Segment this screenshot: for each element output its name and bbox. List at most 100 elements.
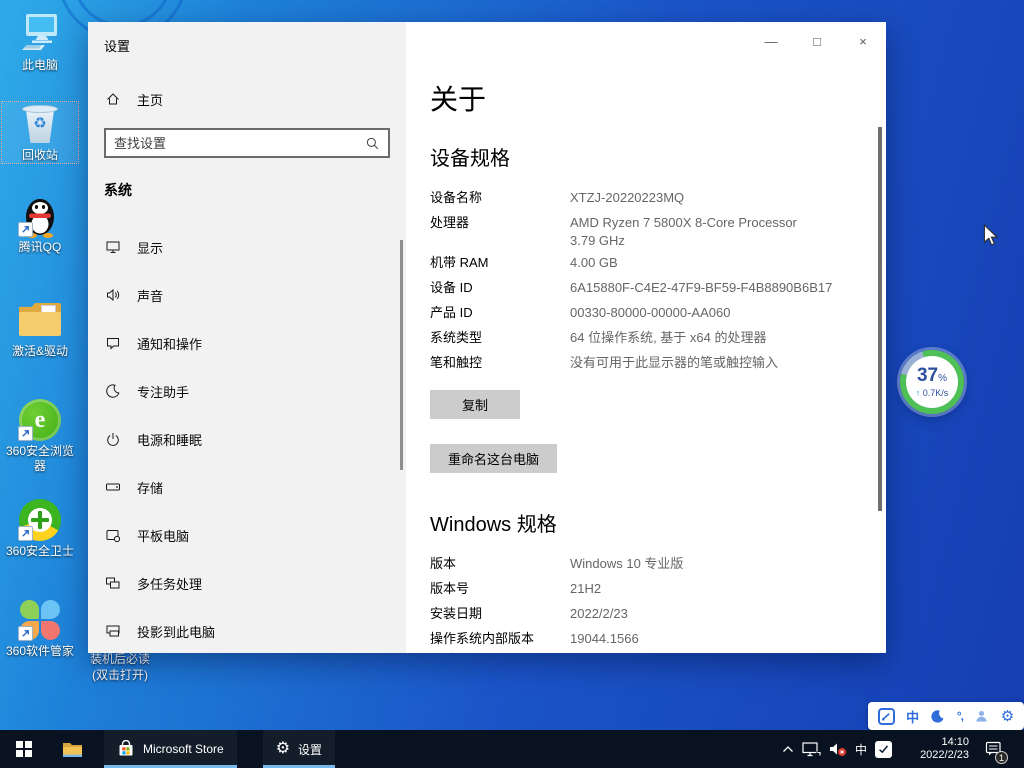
network-ethernet-icon[interactable] bbox=[802, 742, 821, 757]
this-pc-icon bbox=[17, 12, 63, 56]
sidebar-item-label: 通知和操作 bbox=[137, 334, 202, 353]
sidebar-item-label: 显示 bbox=[137, 238, 163, 257]
taskbar-button-label: 设置 bbox=[298, 741, 322, 758]
spec-row: 产品 ID 00330-80000-00000-AA060 bbox=[430, 300, 832, 325]
device-spec-title: 设备规格 bbox=[430, 142, 510, 171]
windows-spec-rows: 版本 Windows 10 专业版 版本号 21H2 安装日期 2022/2/2… bbox=[430, 551, 683, 651]
shortcut-arrow-icon bbox=[18, 526, 33, 541]
ime-punctuation-icon[interactable]: °, bbox=[957, 709, 963, 723]
project-screens-icon bbox=[105, 623, 121, 639]
ime-mode-chinese[interactable]: 中 bbox=[906, 707, 919, 726]
close-button[interactable]: × bbox=[840, 22, 886, 60]
clipped-spec-row: 体验 bbox=[430, 649, 456, 653]
start-button[interactable] bbox=[0, 730, 48, 768]
sidebar-section-title: 系统 bbox=[104, 180, 132, 200]
desktop-icon-360-safeguard[interactable]: 360安全卫士 bbox=[2, 498, 78, 559]
taskbar-button-microsoft-store[interactable]: Microsoft Store bbox=[104, 730, 237, 768]
copy-button[interactable]: 复制 bbox=[430, 390, 520, 419]
maximize-button[interactable]: □ bbox=[794, 22, 840, 60]
desktop-icon-activation-driver[interactable]: 激活&驱动 bbox=[2, 298, 78, 359]
desktop-icon-label: 360软件管家 bbox=[6, 644, 74, 659]
show-hidden-icons-chevron[interactable] bbox=[782, 745, 794, 753]
sidebar-item-sound[interactable]: 声音 bbox=[88, 273, 406, 317]
taskbar: Microsoft Store ⚙ 设置 中 14:10 2022/2/23 bbox=[0, 730, 1024, 768]
ime-user-icon[interactable] bbox=[974, 709, 989, 724]
sidebar-item-power-sleep[interactable]: 电源和睡眠 bbox=[88, 417, 406, 461]
notification-badge: 1 bbox=[995, 751, 1008, 764]
desktop-icon-this-pc[interactable]: 此电脑 bbox=[2, 12, 78, 73]
folder-icon bbox=[17, 298, 63, 342]
page-title: 关于 bbox=[430, 78, 486, 118]
windows-logo-icon bbox=[16, 741, 33, 758]
spec-row: 操作系统内部版本 19044.1566 bbox=[430, 626, 683, 651]
sidebar-item-home[interactable]: 主页 bbox=[105, 84, 163, 114]
display-icon bbox=[105, 239, 121, 255]
sidebar-item-label: 电源和睡眠 bbox=[137, 430, 202, 449]
recycle-glyph: ♻ bbox=[23, 114, 57, 132]
taskbar-clock[interactable]: 14:10 2022/2/23 bbox=[903, 736, 969, 762]
sidebar-item-focus-assist[interactable]: 专注助手 bbox=[88, 369, 406, 413]
recycle-bin-icon: ♻ bbox=[17, 102, 63, 146]
network-speed-ball[interactable]: 37% ↑ 0.7K/s bbox=[900, 350, 964, 414]
taskbar-button-settings[interactable]: ⚙ 设置 bbox=[263, 730, 335, 768]
desktop-icon-360-browser[interactable]: e 360安全浏览器 bbox=[2, 398, 78, 474]
device-spec-rows: 设备名称 XTZJ-20220223MQ 处理器 AMD Ryzen 7 580… bbox=[430, 185, 832, 375]
sidebar-scrollbar[interactable] bbox=[400, 240, 403, 470]
spec-row: 设备名称 XTZJ-20220223MQ bbox=[430, 185, 832, 210]
ime-toolbar: 中 °, ⚙ bbox=[868, 702, 1024, 730]
ime-settings-gear-icon[interactable]: ⚙ bbox=[1001, 709, 1014, 724]
search-input[interactable] bbox=[106, 136, 365, 151]
sidebar-item-label: 平板电脑 bbox=[137, 526, 189, 545]
power-icon bbox=[105, 431, 121, 447]
network-speed: 0.7K/s bbox=[923, 388, 949, 398]
desktop-icon-recycle-bin[interactable]: ♻ 回收站 bbox=[2, 102, 78, 163]
360-safeguard-icon bbox=[17, 498, 63, 542]
clock-time: 14:10 bbox=[903, 736, 969, 749]
window-title: 设置 bbox=[104, 36, 130, 55]
percent-sign: % bbox=[938, 373, 947, 384]
shortcut-arrow-icon bbox=[18, 626, 33, 641]
desktop-icon-qq[interactable]: 腾讯QQ bbox=[2, 194, 78, 255]
mouse-cursor bbox=[983, 224, 999, 246]
desktop-icon-readme-label[interactable]: 装机后必读(双击打开) bbox=[84, 651, 156, 683]
search-box[interactable] bbox=[104, 128, 390, 158]
desktop-icon-360-software-manager[interactable]: 360软件管家 bbox=[2, 598, 78, 659]
desktop-icon-label: 腾讯QQ bbox=[19, 240, 62, 255]
sidebar-item-multitasking[interactable]: 多任务处理 bbox=[88, 561, 406, 605]
sidebar-item-tablet[interactable]: 平板电脑 bbox=[88, 513, 406, 557]
sidebar-item-notifications[interactable]: 通知和操作 bbox=[88, 321, 406, 365]
settings-sidebar: 设置 主页 系统 显示 bbox=[88, 22, 406, 653]
desktop-icon-label: 360安全卫士 bbox=[6, 544, 74, 559]
comment-icon bbox=[105, 335, 121, 351]
ime-logo-icon[interactable] bbox=[878, 708, 895, 725]
spec-row: 机带 RAM 4.00 GB bbox=[430, 250, 832, 275]
sidebar-item-storage[interactable]: 存储 bbox=[88, 465, 406, 509]
speaker-icon bbox=[105, 287, 121, 303]
desktop-icon-label: 激活&驱动 bbox=[12, 344, 68, 359]
spec-row: 版本 Windows 10 专业版 bbox=[430, 551, 683, 576]
qq-icon bbox=[17, 194, 63, 238]
sidebar-item-label: 存储 bbox=[137, 478, 163, 497]
action-center-button[interactable]: 1 bbox=[980, 730, 1008, 768]
sidebar-item-display[interactable]: 显示 bbox=[88, 225, 406, 269]
360-tray-icon[interactable] bbox=[875, 741, 892, 758]
rename-pc-button[interactable]: 重命名这台电脑 bbox=[430, 444, 557, 473]
settings-gear-icon: ⚙ bbox=[276, 741, 290, 757]
taskbar-button-label: Microsoft Store bbox=[143, 742, 224, 756]
sidebar-item-label: 多任务处理 bbox=[137, 574, 202, 593]
volume-muted-icon[interactable] bbox=[829, 742, 847, 757]
search-icon[interactable] bbox=[365, 136, 380, 151]
microsoft-store-icon bbox=[117, 740, 135, 758]
moon-icon bbox=[105, 383, 121, 399]
sidebar-item-label: 投影到此电脑 bbox=[137, 622, 215, 641]
spec-row: 版本号 21H2 bbox=[430, 576, 683, 601]
content-scrollbar[interactable] bbox=[878, 127, 882, 511]
sidebar-item-projecting[interactable]: 投影到此电脑 bbox=[88, 609, 406, 653]
file-explorer-button[interactable] bbox=[48, 730, 96, 768]
360-software-manager-icon bbox=[17, 598, 63, 642]
ime-language-indicator[interactable]: 中 bbox=[855, 741, 867, 758]
windows-spec-title: Windows 规格 bbox=[430, 508, 557, 537]
minimize-button[interactable]: — bbox=[748, 22, 794, 60]
system-tray: 中 14:10 2022/2/23 1 bbox=[782, 730, 1024, 768]
ime-fullwidth-moon-icon[interactable] bbox=[930, 709, 945, 724]
